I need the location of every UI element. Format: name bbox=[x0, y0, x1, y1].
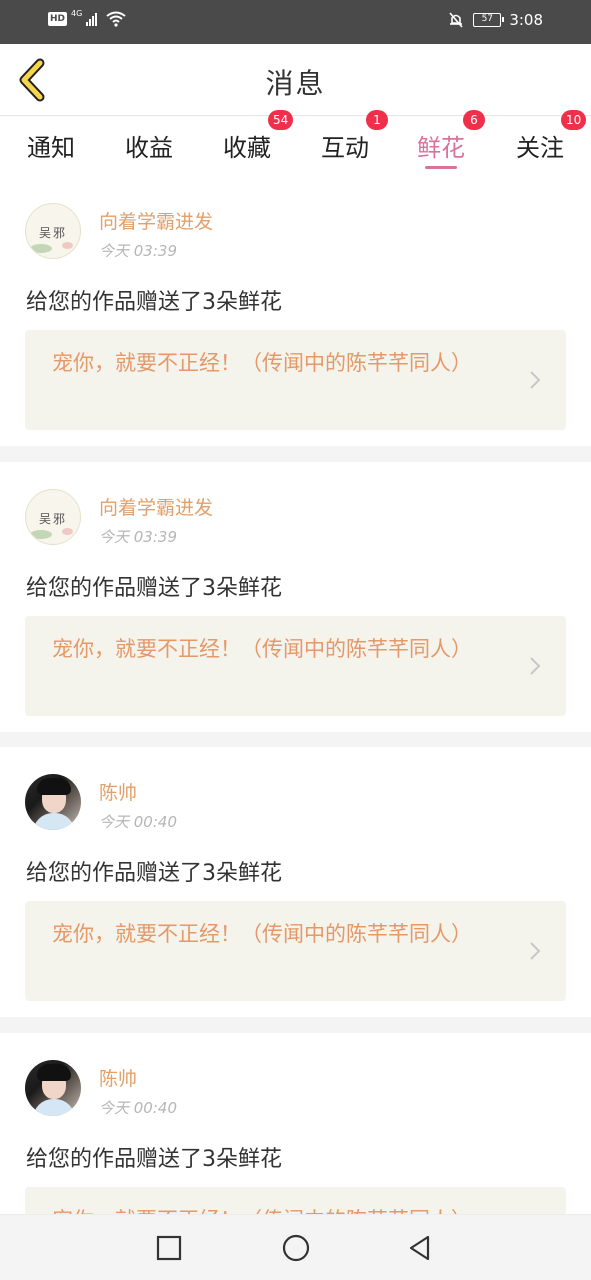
timestamp: 今天 03:39 bbox=[99, 528, 177, 546]
avatar-label: 吴邪 bbox=[38, 226, 67, 240]
tab-earnings[interactable]: 收益 bbox=[109, 128, 189, 163]
network-icon: 4G bbox=[71, 9, 83, 18]
username[interactable]: 陈帅 bbox=[99, 778, 137, 805]
page-header: 消息 bbox=[0, 44, 591, 116]
avatar[interactable] bbox=[25, 1060, 81, 1116]
tab-notifications[interactable]: 通知 bbox=[11, 128, 91, 163]
chevron-right-icon bbox=[530, 942, 541, 960]
avatar[interactable]: 吴邪 bbox=[25, 203, 81, 259]
page-title: 消息 bbox=[265, 67, 326, 100]
follows-badge: 10 bbox=[561, 110, 587, 130]
message-card: 吴邪 向着学霸进发 今天 03:39 给您的作品赠送了3朵鲜花 宠你，就要不正经… bbox=[0, 176, 591, 446]
tab-follows[interactable]: 关注 bbox=[500, 128, 580, 163]
signal-icon bbox=[86, 12, 98, 26]
bell-off-icon bbox=[449, 12, 463, 28]
timestamp: 今天 00:40 bbox=[99, 813, 177, 831]
avatar[interactable]: 吴邪 bbox=[25, 489, 81, 545]
message-card: 陈帅 今天 00:40 给您的作品赠送了3朵鲜花 宠你，就要不正经！（传闻中的陈… bbox=[0, 747, 591, 1017]
work-link[interactable]: 宠你，就要不正经！（传闻中的陈芊芊同人） bbox=[25, 616, 566, 716]
work-link[interactable]: 宠你，就要不正经！（传闻中的陈芊芊同人） bbox=[25, 901, 566, 1001]
username[interactable]: 向着学霸进发 bbox=[99, 207, 213, 234]
avatar[interactable] bbox=[25, 774, 81, 830]
message-text: 给您的作品赠送了3朵鲜花 bbox=[26, 861, 282, 886]
message-text: 给您的作品赠送了3朵鲜花 bbox=[26, 290, 282, 315]
timestamp: 今天 00:40 bbox=[99, 1099, 177, 1117]
active-tab-indicator bbox=[425, 166, 457, 169]
square-icon[interactable] bbox=[154, 1233, 184, 1263]
wifi-icon bbox=[106, 11, 126, 27]
battery-icon: 57 bbox=[473, 13, 505, 27]
system-nav-bar bbox=[0, 1214, 591, 1280]
favorites-badge: 54 bbox=[268, 110, 294, 130]
status-left: HD 4G bbox=[48, 9, 127, 27]
status-bar: HD 4G 57 3:08 bbox=[0, 0, 591, 44]
message-text: 给您的作品赠送了3朵鲜花 bbox=[26, 576, 282, 601]
tab-favorites[interactable]: 收藏 bbox=[207, 128, 287, 163]
work-title: 宠你，就要不正经！（传闻中的陈芊芊同人） bbox=[52, 351, 472, 375]
username[interactable]: 陈帅 bbox=[99, 1064, 137, 1091]
interactions-badge: 1 bbox=[366, 110, 388, 130]
chevron-right-icon bbox=[530, 371, 541, 389]
timestamp: 今天 03:39 bbox=[99, 242, 177, 260]
tab-bar: 通知 收益 收藏 互动 鲜花 关注 bbox=[0, 116, 591, 176]
work-title: 宠你，就要不正经！（传闻中的陈芊芊同人） bbox=[52, 922, 472, 946]
triangle-left-icon[interactable] bbox=[405, 1233, 435, 1263]
username[interactable]: 向着学霸进发 bbox=[99, 493, 213, 520]
status-right: 57 3:08 bbox=[447, 11, 543, 29]
tab-interactions[interactable]: 互动 bbox=[305, 128, 385, 163]
message-card: 吴邪 向着学霸进发 今天 03:39 给您的作品赠送了3朵鲜花 宠你，就要不正经… bbox=[0, 462, 591, 732]
circle-icon[interactable] bbox=[281, 1233, 311, 1263]
work-title: 宠你，就要不正经！（传闻中的陈芊芊同人） bbox=[52, 637, 472, 661]
status-time: 3:08 bbox=[509, 11, 543, 29]
chevron-right-icon bbox=[530, 657, 541, 675]
tab-flowers[interactable]: 鲜花 bbox=[401, 128, 481, 163]
avatar-label: 吴邪 bbox=[38, 512, 67, 526]
message-text: 给您的作品赠送了3朵鲜花 bbox=[26, 1147, 282, 1172]
flowers-badge: 6 bbox=[463, 110, 485, 130]
hd-icon: HD bbox=[48, 11, 68, 26]
work-link[interactable]: 宠你，就要不正经！（传闻中的陈芊芊同人） bbox=[25, 330, 566, 430]
